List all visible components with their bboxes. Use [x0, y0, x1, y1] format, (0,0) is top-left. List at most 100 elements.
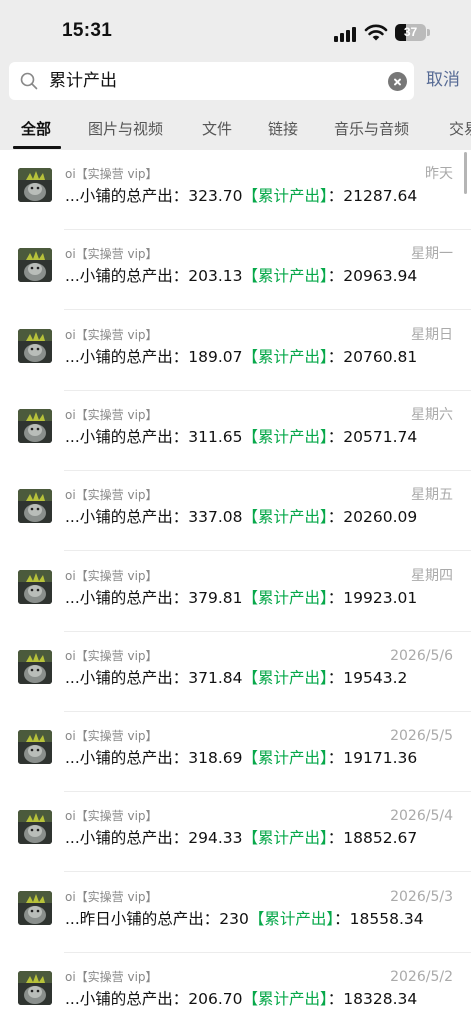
snippet-prefix: ...小铺的总产出：323.70 [65, 187, 243, 205]
search-query[interactable]: 累计产出 [49, 69, 117, 93]
cancel-button[interactable]: 取消 [426, 68, 460, 92]
snippet-prefix: ...小铺的总产出：203.13 [65, 267, 243, 286]
message-snippet: ...小铺的总产出：206.70【累计产出】：18328.34 [65, 988, 417, 1010]
message-date: 2026/5/3 [390, 888, 453, 905]
message-date: 2026/5/5 [390, 728, 453, 745]
message-snippet: ...小铺的总产出：371.84【累计产出】：19543.2 [65, 667, 407, 689]
snippet-suffix: ：18852.67 [327, 829, 418, 848]
message-date: 星期六 [411, 406, 453, 423]
message-snippet: ...昨日小铺的总产出：230【累计产出】：18558.34 [65, 908, 424, 930]
avatar [18, 248, 52, 283]
sender-name: oi【实操营 vip】 [65, 889, 158, 904]
filter-tabs: 全部 图片与视频 文件 链接 音乐与音频 交易 [0, 110, 471, 150]
message-snippet: ...小铺的总产出：189.07【累计产出】：20760.81 [65, 346, 417, 368]
avatar [18, 649, 52, 684]
avatar [18, 971, 52, 1005]
snippet-prefix: ...小铺的总产出：189.07 [65, 347, 243, 366]
active-tab-indicator [13, 146, 61, 149]
snippet-highlight: 【累计产出】 [242, 508, 328, 527]
message-date: 星期五 [411, 487, 453, 504]
snippet-suffix: ：20963.94 [327, 267, 418, 286]
message-date: 星期四 [411, 567, 453, 584]
list-item[interactable]: oi【实操营 vip】 2026/5/3 ...昨日小铺的总产出：230【累计产出】… [0, 873, 471, 953]
snippet-suffix: ：19923.01 [327, 588, 418, 607]
wifi-icon [364, 24, 388, 41]
tab-all[interactable]: 全部 [21, 118, 51, 140]
snippet-prefix: ...小铺的总产出：311.65 [65, 427, 243, 446]
avatar [18, 890, 52, 925]
list-item[interactable]: oi【实操营 vip】 昨天 ...小铺的总产出：323.70【累计产出】：2128… [0, 150, 471, 230]
status-time: 15:31 [62, 20, 113, 41]
sender-name: oi【实操营 vip】 [65, 970, 158, 984]
snippet-highlight: 【累计产出】 [242, 347, 328, 366]
message-date: 2026/5/6 [390, 647, 453, 664]
list-item[interactable]: oi【实操营 vip】 2026/5/2 ...小铺的总产出：206.70【累计产出… [0, 953, 471, 1024]
list-item[interactable]: oi【实操营 vip】 2026/5/4 ...小铺的总产出：294.33【累计产出… [0, 792, 471, 873]
message-snippet: ...小铺的总产出：379.81【累计产出】：19923.01 [65, 587, 417, 609]
message-snippet: ...小铺的总产出：203.13【累计产出】：20963.94 [65, 265, 417, 287]
snippet-prefix: ...小铺的总产出：379.81 [65, 588, 243, 607]
message-snippet: ...小铺的总产出：323.70【累计产出】：21287.64 [65, 185, 417, 207]
message-date: 2026/5/4 [390, 808, 453, 825]
avatar [18, 810, 52, 845]
snippet-highlight: 【累计产出】 [242, 829, 328, 848]
battery-icon: 37 [395, 24, 431, 42]
message-date: 昨天 [425, 166, 453, 182]
avatar [18, 569, 52, 604]
clear-search-icon[interactable] [388, 72, 407, 91]
snippet-suffix: ：18558.34 [334, 909, 424, 928]
list-item[interactable]: oi【实操营 vip】 2026/5/6 ...小铺的总产出：371.84【累计产出… [0, 632, 471, 712]
avatar [18, 730, 52, 765]
sender-name: oi【实操营 vip】 [65, 327, 158, 342]
cellular-signal-icon [334, 26, 358, 42]
sender-name: oi【实操营 vip】 [65, 568, 158, 583]
sender-name: oi【实操营 vip】 [65, 648, 158, 663]
message-date: 星期一 [411, 246, 453, 263]
search-results-list: oi【实操营 vip】 昨天 ...小铺的总产出：323.70【累计产出】：2128… [0, 150, 471, 1024]
list-item[interactable]: oi【实操营 vip】 星期日 ...小铺的总产出：189.07【累计产出】：207… [0, 311, 471, 391]
snippet-suffix: ：19171.36 [327, 749, 418, 768]
list-item[interactable]: oi【实操营 vip】 2026/5/5 ...小铺的总产出：318.69【累计产出… [0, 712, 471, 793]
snippet-prefix: ...小铺的总产出：206.70 [65, 990, 243, 1008]
tab-files[interactable]: 文件 [202, 118, 232, 140]
list-item[interactable]: oi【实操营 vip】 星期四 ...小铺的总产出：379.81【累计产出】：199… [0, 552, 471, 632]
search-icon [20, 72, 38, 90]
avatar [18, 408, 52, 443]
sender-name: oi【实操营 vip】 [65, 809, 158, 824]
snippet-highlight: 【累计产出】 [242, 187, 328, 205]
message-snippet: ...小铺的总产出：311.65【累计产出】：20571.74 [65, 426, 417, 448]
snippet-highlight: 【累计产出】 [242, 427, 328, 446]
tab-transactions[interactable]: 交易 [449, 118, 471, 140]
snippet-suffix: ：19543.2 [327, 668, 408, 687]
sender-name: oi【实操营 vip】 [65, 729, 158, 744]
snippet-suffix: ：20571.74 [327, 427, 418, 446]
snippet-prefix: ...小铺的总产出：337.08 [65, 508, 243, 527]
tab-music-audio[interactable]: 音乐与音频 [334, 118, 409, 140]
snippet-prefix: ...小铺的总产出：371.84 [65, 668, 243, 687]
search-input[interactable]: 累计产出 [9, 62, 414, 100]
message-date: 2026/5/2 [390, 969, 453, 985]
message-snippet: ...小铺的总产出：294.33【累计产出】：18852.67 [65, 827, 417, 849]
snippet-highlight: 【累计产出】 [248, 909, 335, 928]
list-item[interactable]: oi【实操营 vip】 星期五 ...小铺的总产出：337.08【累计产出】：202… [0, 471, 471, 552]
search-header: 累计产出 取消 [0, 58, 471, 110]
tab-links[interactable]: 链接 [268, 118, 298, 140]
list-item[interactable]: oi【实操营 vip】 星期六 ...小铺的总产出：311.65【累计产出】：205… [0, 391, 471, 471]
scrollbar[interactable] [464, 152, 467, 194]
list-item[interactable]: oi【实操营 vip】 星期一 ...小铺的总产出：203.13【累计产出】：209… [0, 230, 471, 311]
avatar [18, 168, 52, 202]
sender-name: oi【实操营 vip】 [65, 167, 158, 181]
snippet-suffix: ：18328.34 [327, 990, 418, 1008]
snippet-prefix: ...小铺的总产出：318.69 [65, 749, 243, 768]
message-snippet: ...小铺的总产出：318.69【累计产出】：19171.36 [65, 747, 417, 769]
message-snippet: ...小铺的总产出：337.08【累计产出】：20260.09 [65, 506, 417, 528]
snippet-suffix: ：20760.81 [327, 347, 418, 366]
snippet-prefix: ...昨日小铺的总产出：230 [65, 909, 249, 928]
tab-images-videos[interactable]: 图片与视频 [88, 118, 163, 140]
snippet-highlight: 【累计产出】 [242, 749, 328, 768]
snippet-highlight: 【累计产出】 [242, 990, 328, 1008]
snippet-highlight: 【累计产出】 [242, 588, 328, 607]
status-bar: 15:31 37 [0, 0, 471, 58]
snippet-suffix: ：20260.09 [327, 508, 418, 527]
sender-name: oi【实操营 vip】 [65, 488, 158, 503]
